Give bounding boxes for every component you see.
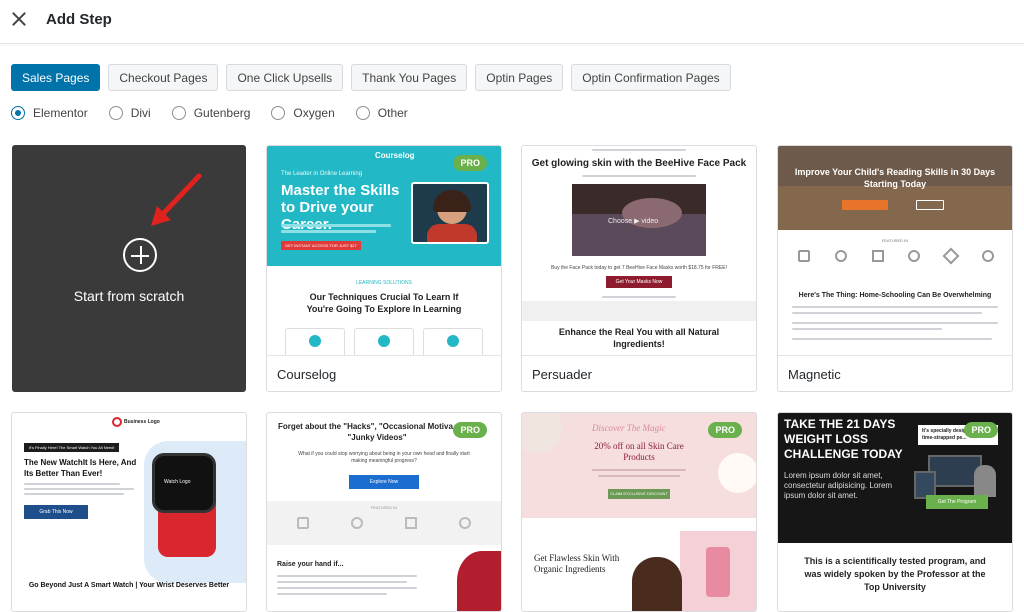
scratch-label: Start from scratch	[73, 288, 185, 304]
template-thumbnail: Courselog The Leader in Online Learning …	[267, 146, 501, 355]
template-footer: Go Beyond Just A Smart Watch | Your Wris…	[28, 582, 230, 589]
template-footer: This is a scientifically tested program,…	[804, 556, 986, 592]
red-arrow-icon	[151, 173, 202, 226]
tab-optin-pages[interactable]: Optin Pages	[475, 64, 564, 91]
template-name: Courselog	[277, 367, 337, 382]
template-cta: CLAIM EXCLUSIVE DISCOUNT	[608, 489, 670, 499]
template-cta: Grab This Now	[24, 505, 88, 519]
template-thumbnail: Improve Your Child's Reading Skills in 3…	[778, 146, 1012, 355]
template-card-watch[interactable]: Business Logo It's Finally Here! The Sma…	[11, 412, 247, 612]
template-headline: The New WatchIt Is Here, And Its Better …	[24, 458, 137, 478]
radio-elementor[interactable]: Elementor	[11, 106, 88, 120]
tab-one-click-upsells[interactable]: One Click Upsells	[226, 64, 344, 91]
builder-radio-group: Elementor Divi Gutenberg Oxygen Other	[11, 106, 429, 120]
template-offer: Buy the Face Pack today to get 7 BeeHive…	[551, 265, 727, 271]
template-cta: Get The Program	[926, 495, 988, 509]
featured-label: FEATURED IN	[370, 505, 398, 510]
template-name: Magnetic	[788, 367, 841, 382]
template-card-hacks[interactable]: Forget about the "Hacks", "Occasional Mo…	[266, 412, 502, 612]
radio-other[interactable]: Other	[355, 106, 408, 120]
watch-logo: Watch Logo	[164, 479, 191, 485]
template-section: LEARNING SOLUTIONS	[356, 280, 412, 286]
template-headline: Improve Your Child's Reading Skills in 3…	[794, 167, 996, 189]
template-thumbnail: Discover The Magic 20% off on all Skin C…	[522, 413, 756, 611]
video-placeholder: Choose ▶ video	[608, 218, 659, 225]
template-cta: GET INSTANT ACCESS FOR JUST $27	[281, 241, 361, 250]
radio-label: Gutenberg	[193, 106, 251, 120]
tab-optin-confirmation-pages[interactable]: Optin Confirmation Pages	[571, 64, 731, 91]
radio-unchecked-icon[interactable]	[171, 106, 186, 120]
template-script: Discover The Magic	[592, 423, 666, 433]
template-lorem: Lorem ipsum dolor sit amet, consectetur …	[784, 471, 893, 500]
template-offer: 20% off on all Skin Care Products	[594, 441, 684, 462]
category-tabs: Sales Pages Checkout Pages One Click Ups…	[11, 64, 731, 91]
header: Add Step	[0, 0, 1024, 44]
radio-unchecked-icon[interactable]	[355, 106, 370, 120]
template-thumbnail: Forget about the "Hacks", "Occasional Mo…	[267, 413, 501, 611]
template-subhead: Here's The Thing: Home-Schooling Can Be …	[798, 292, 992, 299]
template-headline: Forget about the "Hacks", "Occasional Mo…	[277, 422, 477, 442]
pro-badge: PRO	[708, 422, 742, 438]
template-cta: Explore Now	[349, 475, 419, 489]
radio-divi[interactable]: Divi	[108, 106, 151, 120]
template-subhead: Our Techniques Crucial To Learn If You'r…	[306, 292, 462, 314]
radio-checked-icon[interactable]	[11, 106, 25, 120]
start-from-scratch-card[interactable]: Start from scratch	[12, 145, 246, 392]
template-card-skin-care[interactable]: Discover The Magic 20% off on all Skin C…	[521, 412, 757, 612]
template-headline: TAKE THE 21 DAYS WEIGHT LOSS CHALLENGE T…	[784, 417, 903, 461]
radio-label: Elementor	[33, 106, 88, 120]
tab-checkout-pages[interactable]: Checkout Pages	[108, 64, 219, 91]
radio-unchecked-icon[interactable]	[271, 106, 286, 120]
template-card-persuader[interactable]: Get glowing skin with the BeeHive Face P…	[521, 145, 757, 392]
template-tagline: The Leader in Online Learning	[281, 171, 363, 177]
template-card-magnetic[interactable]: Improve Your Child's Reading Skills in 3…	[777, 145, 1013, 392]
template-headline: Get glowing skin with the BeeHive Face P…	[531, 158, 747, 169]
template-ribbon: It's Finally Here! The Smart Watch You A…	[24, 443, 120, 452]
tab-sales-pages[interactable]: Sales Pages	[11, 64, 101, 91]
template-card-courselog[interactable]: Courselog The Leader in Online Learning …	[266, 145, 502, 392]
template-subhead: Get Flawless Skin With Organic Ingredien…	[534, 553, 620, 574]
business-logo: Business Logo	[124, 419, 160, 425]
template-sub: What if you could stop worrying about be…	[298, 451, 470, 464]
template-raise: Raise your hand if...	[277, 561, 344, 568]
brand-logo: Courselog	[375, 151, 415, 160]
template-subhead: Enhance the Real You with all Natural In…	[558, 327, 720, 349]
tab-thank-you-pages[interactable]: Thank You Pages	[351, 64, 468, 91]
template-thumbnail: Business Logo It's Finally Here! The Sma…	[12, 413, 246, 611]
page-title: Add Step	[46, 11, 112, 28]
featured-label: FEATURED IN	[881, 238, 909, 243]
pro-badge: PRO	[453, 155, 487, 171]
radio-unchecked-icon[interactable]	[108, 106, 123, 120]
pro-badge: PRO	[964, 422, 998, 438]
template-name: Persuader	[532, 367, 592, 382]
radio-label: Oxygen	[293, 106, 335, 120]
template-cta: Get Your Masks Now	[606, 276, 672, 288]
plus-circle-icon	[123, 238, 157, 272]
radio-gutenberg[interactable]: Gutenberg	[171, 106, 251, 120]
radio-oxygen[interactable]: Oxygen	[271, 106, 335, 120]
radio-label: Divi	[130, 106, 151, 120]
close-icon[interactable]	[10, 10, 28, 28]
template-thumbnail: Get glowing skin with the BeeHive Face P…	[522, 146, 756, 355]
pro-badge: PRO	[453, 422, 487, 438]
template-card-weight-loss[interactable]: TAKE THE 21 DAYS WEIGHT LOSS CHALLENGE T…	[777, 412, 1013, 612]
template-thumbnail: TAKE THE 21 DAYS WEIGHT LOSS CHALLENGE T…	[778, 413, 1012, 611]
radio-label: Other	[377, 106, 408, 120]
